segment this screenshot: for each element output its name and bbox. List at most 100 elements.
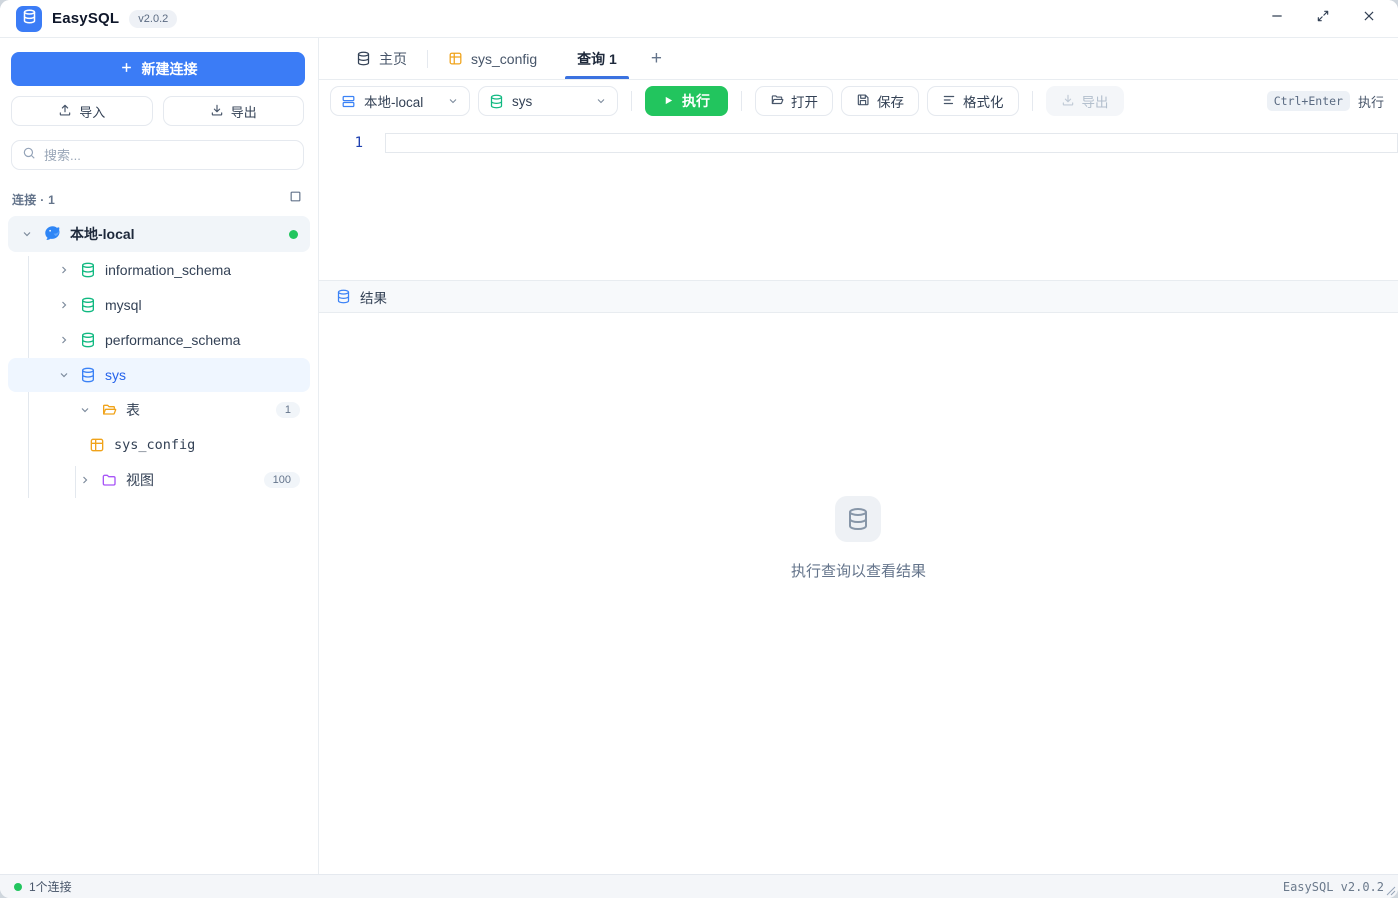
tables-count-badge: 1 — [276, 402, 300, 418]
minimize-icon — [1270, 9, 1284, 28]
tree-item-database-sys[interactable]: sys — [8, 358, 310, 392]
toolbar-separator — [1032, 91, 1033, 111]
connection-name: 本地-local — [70, 224, 135, 244]
tab-home-label: 主页 — [379, 49, 407, 69]
execute-label: 执行 — [682, 91, 710, 111]
execute-button[interactable]: 执行 — [645, 86, 728, 116]
line-number: 1 — [355, 135, 363, 151]
database-name: performance_schema — [105, 332, 240, 348]
open-button[interactable]: 打开 — [755, 86, 833, 116]
new-tab-button[interactable]: + — [637, 38, 676, 79]
chevron-right-icon — [57, 334, 71, 346]
tree-item-connection-local[interactable]: 本地-local — [8, 216, 310, 252]
app-title: EasySQL — [52, 10, 119, 27]
sidebar-search — [11, 140, 304, 170]
new-connection-button[interactable]: 新建连接 — [11, 52, 305, 86]
folder-open-icon — [101, 402, 117, 418]
database-select[interactable]: sys — [478, 86, 618, 116]
connection-select[interactable]: 本地-local — [330, 86, 470, 116]
tree-item-database-information-schema[interactable]: information_schema — [8, 253, 310, 287]
shortcut-key: Ctrl+Enter — [1267, 91, 1350, 111]
floppy-icon — [856, 93, 870, 110]
editor-active-line[interactable] — [385, 133, 1398, 153]
tree-item-table-sys-config[interactable]: sys_config — [8, 428, 310, 462]
download-icon — [210, 103, 224, 120]
tree-item-tables-folder[interactable]: 表 1 — [8, 393, 310, 427]
export-button[interactable]: 导出 — [163, 96, 305, 126]
maximize-button[interactable] — [1314, 10, 1332, 28]
database-name: mysql — [105, 297, 142, 313]
connection-tree: 本地-local information_schema mysql pe — [0, 216, 318, 497]
close-button[interactable] — [1360, 10, 1378, 28]
sql-editor[interactable]: 1 — [319, 122, 1398, 280]
resize-grip[interactable] — [1386, 886, 1396, 896]
database-icon — [80, 332, 96, 348]
tree-item-database-performance-schema[interactable]: performance_schema — [8, 323, 310, 357]
server-icon — [341, 94, 356, 109]
database-name: sys — [105, 367, 126, 383]
database-select-value: sys — [512, 94, 532, 109]
toolbar-separator — [741, 91, 742, 111]
tables-folder-label: 表 — [126, 400, 140, 420]
tab-query-1[interactable]: 查询 1 — [557, 38, 637, 79]
upload-icon — [58, 103, 72, 120]
connection-count: 1个连接 — [29, 878, 72, 895]
version-badge: v2.0.2 — [129, 10, 177, 28]
status-bar: 1个连接 EasySQL v2.0.2 — [0, 874, 1398, 898]
chevron-down-icon — [57, 369, 71, 381]
tab-sys-config[interactable]: sys_config — [428, 38, 557, 79]
database-name: information_schema — [105, 262, 231, 278]
app-logo — [16, 6, 42, 32]
minimize-button[interactable] — [1268, 10, 1286, 28]
download-icon — [1061, 93, 1075, 110]
chevron-down-icon — [595, 95, 607, 107]
chevron-down-icon — [20, 228, 34, 240]
table-name: sys_config — [114, 437, 195, 453]
results-header[interactable]: 结果 — [319, 280, 1398, 313]
align-lines-icon — [942, 93, 956, 110]
plus-icon — [119, 60, 134, 78]
chevron-right-icon — [78, 474, 92, 486]
database-icon — [835, 496, 881, 542]
format-button[interactable]: 格式化 — [927, 86, 1019, 116]
open-label: 打开 — [791, 91, 818, 111]
results-title: 结果 — [360, 287, 387, 307]
import-label: 导入 — [79, 102, 105, 121]
views-count-badge: 100 — [264, 472, 300, 488]
table-icon — [448, 51, 463, 66]
shortcut-action-label: 执行 — [1358, 92, 1384, 111]
collapse-all-button[interactable] — [289, 190, 302, 208]
tree-item-views-folder[interactable]: 视图 100 — [8, 463, 310, 497]
new-connection-label: 新建连接 — [142, 59, 198, 79]
folder-icon — [101, 472, 117, 488]
window-controls — [1268, 10, 1386, 28]
tree-item-database-mysql[interactable]: mysql — [8, 288, 310, 322]
views-folder-label: 视图 — [126, 470, 154, 490]
save-button[interactable]: 保存 — [841, 86, 919, 116]
export-label: 导出 — [231, 102, 257, 121]
search-input[interactable] — [44, 148, 293, 163]
close-icon — [1362, 9, 1376, 28]
database-icon — [80, 297, 96, 313]
table-icon — [89, 437, 105, 453]
results-empty-message: 执行查询以查看结果 — [791, 560, 926, 581]
chevron-down-icon — [78, 404, 92, 416]
main-content: 主页 sys_config 查询 1 + 本地-local — [319, 38, 1398, 874]
import-button[interactable]: 导入 — [11, 96, 153, 126]
sidebar: 新建连接 导入 导出 连接 · 1 — [0, 38, 319, 874]
statusbar-version: EasySQL v2.0.2 — [1283, 880, 1384, 894]
connection-select-value: 本地-local — [364, 91, 423, 111]
export-results-button: 导出 — [1046, 86, 1124, 116]
results-empty-state: 执行查询以查看结果 — [791, 496, 926, 581]
tab-sys-config-label: sys_config — [471, 51, 537, 67]
square-icon — [289, 190, 302, 208]
tab-home[interactable]: 主页 — [336, 38, 427, 79]
connections-section-label: 连接 · 1 — [12, 191, 55, 208]
export-results-label: 导出 — [1082, 91, 1109, 111]
maximize-icon — [1316, 9, 1330, 28]
chevron-right-icon — [57, 264, 71, 276]
database-icon — [489, 94, 504, 109]
shortcut-hint: Ctrl+Enter 执行 — [1267, 91, 1384, 111]
results-body: 执行查询以查看结果 — [319, 313, 1398, 874]
editor-code-area[interactable] — [385, 133, 1398, 280]
